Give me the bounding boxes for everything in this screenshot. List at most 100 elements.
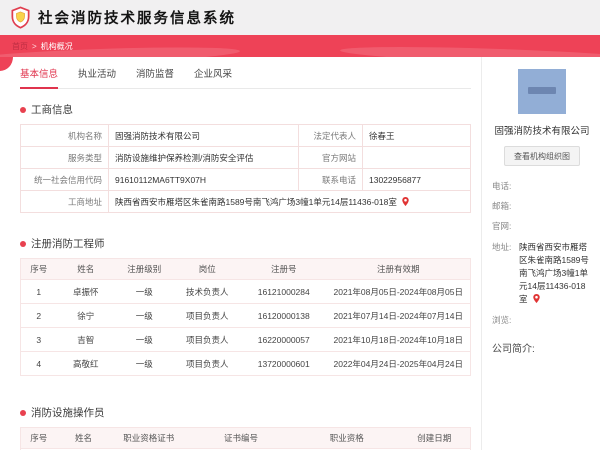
column-header: 序号 [20,258,57,280]
field-label: 浏览: [492,315,512,326]
table-header-row: 序号 姓名 职业资格证书 证书编号 职业资格 创建日期 [20,427,471,449]
cell: 卓振怀 [56,279,115,304]
column-header: 证书编号 [187,427,295,449]
cell: 2021年07月14日-2024年07月14日 [326,303,471,328]
table-row: 2 徐宁 一级 项目负责人 16120000138 2021年07月14日-20… [20,303,471,328]
cell: 一级 [115,303,174,328]
field-label: 机构名称 [20,124,109,147]
cell: 技术负责人 [173,279,241,304]
field-value [519,180,592,193]
field-label: 官方网站 [298,146,363,169]
page-title: 社会消防技术服务信息系统 [38,11,236,27]
column-header: 创建日期 [398,427,471,449]
cell: 一级 [115,279,174,304]
table-row: 4 高敬红 一级 项目负责人 13720000601 2022年04月24日-2… [20,351,471,376]
table-row: 3 吉智 一级 项目负责人 16220000057 2021年10月18日-20… [20,327,471,352]
field-label: 工商地址 [20,190,109,213]
field-value: 91610112MA6TT9X07H [108,168,299,191]
company-image-placeholder [518,69,566,114]
company-name: 固强消防技术有限公司 [494,126,590,137]
section-title-text: 工商信息 [31,104,73,116]
field-value: 13022956877 [362,168,471,191]
address-field: 地址: 陕西省西安市雁塔区朱雀南路1589号南飞鸿广场3幢1单元14层11436… [492,241,592,308]
field-label: 电话: [492,181,512,191]
section-title-text: 注册消防工程师 [31,238,105,250]
field-label: 服务类型 [20,146,109,169]
table-row: 工商地址 陕西省西安市雁塔区朱雀南路1589号南飞鸿广场3幢1单元14层1143… [20,190,471,213]
pin-icon[interactable] [533,294,540,307]
cell: 16220000057 [241,327,327,352]
cell: 一级 [115,351,174,376]
field-label: 法定代表人 [298,124,363,147]
bullet-dot-icon [20,240,26,247]
field-value: 陕西省西安市雁塔区朱雀南路1589号南飞鸿广场3幢1单元14层11436-018… [108,190,471,213]
tab-practice-activity[interactable]: 执业活动 [78,66,116,88]
table-row: 统一社会信用代码 91610112MA6TT9X07H 联系电话 1302295… [20,168,471,191]
cell: 项目负责人 [173,351,241,376]
column-header: 岗位 [173,258,241,280]
cell: 高敬红 [56,351,115,376]
cell: 吉智 [56,327,115,352]
field-label: 联系电话 [298,168,363,191]
cell: 项目负责人 [173,327,241,352]
cell: 2022年04月24日-2025年04月24日 [326,351,471,376]
cell: 13720000601 [241,351,327,376]
field-value [519,200,592,213]
business-info-table: 机构名称 固强消防技术有限公司 法定代表人 徐春王 服务类型 消防设施维护保养检… [20,124,471,213]
breadcrumb: 首页 > 机构概况 [0,35,600,71]
bullet-dot-icon [20,409,26,416]
address-text: 陕西省西安市雁塔区朱雀南路1589号南飞鸿广场3幢1单元14层11436-018… [115,196,397,207]
website-field: 官网: [492,220,592,233]
field-value: 固强消防技术有限公司 [108,124,299,147]
cell: 徐宁 [56,303,115,328]
field-value [519,314,592,327]
phone-field: 电话: [492,180,592,193]
cell: 16120000138 [241,303,327,328]
cell: 2021年08月05日-2024年08月05日 [326,279,471,304]
email-field: 邮箱: [492,200,592,213]
section-title-operators: 消防设施操作员 [20,405,471,420]
cell: 2021年10月18日-2024年10月18日 [326,327,471,352]
view-org-chart-button[interactable]: 查看机构组织图 [504,146,580,166]
column-header: 序号 [20,427,57,449]
tab-basic-info[interactable]: 基本信息 [20,66,59,89]
company-intro-label: 公司简介: [492,343,535,355]
cell: 一级 [115,327,174,352]
field-label: 官网: [492,221,512,232]
content-area: 基本信息 执业活动 消防监督 企业风采 工商信息 机构名称 固强消防技术有限公司… [0,57,600,450]
pin-icon[interactable] [402,196,409,208]
engineers-table: 序号 姓名 注册级别 岗位 注册号 注册有效期 1 卓振怀 一级 技术负责人 1… [20,258,471,376]
table-row: 服务类型 消防设施维护保养检测/消防安全评估 官方网站 [20,146,471,169]
column-header: 注册号 [241,258,327,280]
column-header: 注册有效期 [326,258,471,280]
column-header: 姓名 [56,258,115,280]
column-header: 姓名 [56,427,111,449]
field-value: 陕西省西安市雁塔区朱雀南路1589号南飞鸿广场3幢1单元14层11436-018… [519,241,592,308]
table-row: 机构名称 固强消防技术有限公司 法定代表人 徐春王 [20,124,471,147]
field-value [362,146,471,169]
table-header-row: 序号 姓名 注册级别 岗位 注册号 注册有效期 [20,258,471,280]
breadcrumb-current: 机构概况 [40,41,73,51]
company-sidebar: 固强消防技术有限公司 查看机构组织图 电话: 邮箱: 官网: 地址: 陕西省西安… [481,57,600,450]
bullet-dot-icon [20,106,26,113]
column-header: 职业资格 [295,427,399,449]
tab-bar: 基本信息 执业活动 消防监督 企业风采 [20,57,471,89]
cell: 2 [20,303,57,328]
cell: 4 [20,351,57,376]
cell: 1 [20,279,57,304]
field-value [519,220,592,233]
views-field: 浏览: [492,314,592,327]
section-title-engineers: 注册消防工程师 [20,236,471,251]
breadcrumb-separator: > [32,41,37,51]
tab-company-gallery[interactable]: 企业风采 [194,66,232,88]
operators-table: 序号 姓名 职业资格证书 证书编号 职业资格 创建日期 1 戴文强 四级/中级技… [20,427,471,450]
section-title-text: 消防设施操作员 [31,407,105,419]
field-value: 徐春王 [362,124,471,147]
column-header: 注册级别 [115,258,174,280]
field-label: 地址: [492,241,512,252]
breadcrumb-home-link[interactable]: 首页 [12,41,28,52]
address-text: 陕西省西安市雁塔区朱雀南路1589号南飞鸿广场3幢1单元14层11436-018… [519,241,589,305]
tab-fire-supervision[interactable]: 消防监督 [136,66,174,88]
column-header: 职业资格证书 [110,427,187,449]
shield-icon [9,6,32,29]
